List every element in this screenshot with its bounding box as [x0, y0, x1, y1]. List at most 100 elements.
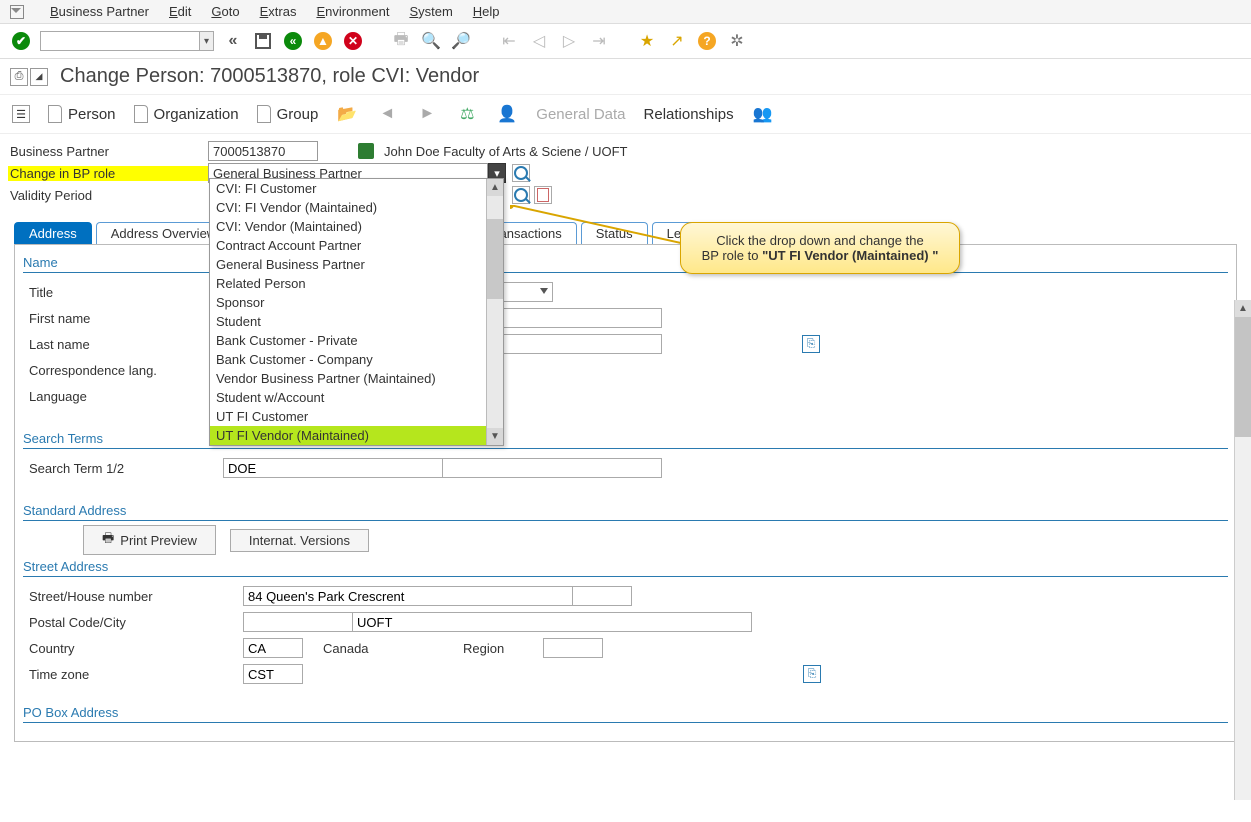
country-name: Canada: [323, 641, 463, 656]
instruction-callout: Click the drop down and change the BP ro…: [680, 222, 960, 274]
menu-indicator-icon: [10, 5, 24, 19]
scroll-up-arrow[interactable]: ▲: [487, 179, 503, 196]
find-next-icon: 🔎: [450, 30, 472, 52]
menu-system[interactable]: System: [409, 4, 452, 19]
person-config-icon[interactable]: 👤: [496, 103, 518, 125]
name-details-icon[interactable]: ⎘: [802, 335, 820, 353]
group-search: Search Terms: [23, 431, 1228, 449]
role-option[interactable]: Vendor Business Partner (Maintained): [210, 369, 503, 388]
action-toolbar: ☰ Person Organization Group 📂 ◄ ► ⚖ 👤 Ge…: [0, 95, 1251, 134]
title-bar: ⎙ ◢ Change Person: 7000513870, role CVI:…: [0, 59, 1251, 95]
generate-shortcut-icon[interactable]: ↗: [666, 30, 688, 52]
last-page-icon: ⇥: [588, 30, 610, 52]
scroll-thumb[interactable]: [487, 219, 503, 299]
scroll-thumb[interactable]: [1235, 317, 1251, 437]
search-help-icon[interactable]: [512, 164, 530, 182]
worklist-icon[interactable]: ☰: [12, 105, 30, 123]
search-term-2-input[interactable]: [442, 458, 662, 478]
menu-help[interactable]: Help: [473, 4, 500, 19]
role-option[interactable]: Sponsor: [210, 293, 503, 312]
role-option[interactable]: UT FI Customer: [210, 407, 503, 426]
role-option[interactable]: Related Person: [210, 274, 503, 293]
bp-label: Business Partner: [8, 144, 208, 159]
create-group[interactable]: Group: [257, 105, 319, 123]
new-session-icon[interactable]: ★: [636, 30, 658, 52]
search-term-1-input[interactable]: [223, 458, 443, 478]
tab-address[interactable]: Address: [14, 222, 92, 244]
region-input[interactable]: [543, 638, 603, 658]
group-pobox: PO Box Address: [23, 705, 1228, 723]
role-option[interactable]: Bank Customer - Company: [210, 350, 503, 369]
open-folder-icon[interactable]: 📂: [336, 103, 358, 125]
address-details-icon[interactable]: ⎘: [803, 665, 821, 683]
role-dropdown-panel: CVI: FI CustomerCVI: FI Vendor (Maintain…: [209, 178, 504, 446]
street-input[interactable]: [243, 586, 573, 606]
create-person[interactable]: Person: [48, 105, 116, 123]
country-label: Country: [23, 641, 243, 656]
scroll-down-arrow[interactable]: ▼: [487, 428, 503, 445]
command-field-wrap: ▾: [40, 31, 214, 51]
tab-strip: AddressAddress OverviewIdentificationCon…: [14, 222, 1251, 244]
role-option[interactable]: CVI: FI Customer: [210, 179, 503, 198]
postal-label: Postal Code/City: [23, 615, 243, 630]
nav-forward-icon: ►: [416, 103, 438, 125]
print-icon: 🖶: [390, 30, 412, 52]
command-field-dropdown[interactable]: ▾: [200, 31, 214, 51]
role-option[interactable]: CVI: FI Vendor (Maintained): [210, 198, 503, 217]
switch-icon[interactable]: ◢: [30, 68, 48, 86]
exit-button[interactable]: ▲: [312, 30, 334, 52]
role-option[interactable]: CVI: Vendor (Maintained): [210, 217, 503, 236]
scroll-up-icon[interactable]: ▲: [1235, 300, 1251, 317]
group-street-address: Street Address: [23, 559, 1228, 577]
cancel-button[interactable]: ✕: [342, 30, 364, 52]
dropdown-scrollbar[interactable]: ▲ ▼: [486, 179, 503, 445]
role-option[interactable]: Bank Customer - Private: [210, 331, 503, 350]
role-option[interactable]: General Business Partner: [210, 255, 503, 274]
bp-number-field[interactable]: 7000513870: [208, 141, 318, 161]
tab-status[interactable]: Status: [581, 222, 648, 244]
validity-search-icon[interactable]: [512, 186, 530, 204]
person-icon: [358, 143, 374, 159]
print-preview-button[interactable]: 🖶 Print Preview: [83, 525, 216, 555]
timezone-input[interactable]: [243, 664, 303, 684]
page-icon: [48, 105, 62, 123]
house-number-input[interactable]: [572, 586, 632, 606]
create-organization[interactable]: Organization: [134, 105, 239, 123]
validity-copy-icon[interactable]: [534, 186, 552, 204]
role-option[interactable]: Student w/Account: [210, 388, 503, 407]
check-icon[interactable]: ⚖: [456, 103, 478, 125]
bp-description: John Doe Faculty of Arts & Sciene / UOFT: [384, 144, 627, 159]
intl-versions-button[interactable]: Internat. Versions: [230, 529, 369, 552]
postal-code-input[interactable]: [243, 612, 353, 632]
firstname-label: First name: [23, 311, 223, 326]
first-page-icon: ⇤: [498, 30, 520, 52]
language-label: Language: [23, 389, 223, 404]
menu-goto[interactable]: Goto: [211, 4, 239, 19]
country-code-input[interactable]: [243, 638, 303, 658]
locate-icon[interactable]: ⎙: [10, 68, 28, 86]
menu-extras[interactable]: Extras: [260, 4, 297, 19]
back-button[interactable]: «: [282, 30, 304, 52]
relationships-tab[interactable]: Relationships: [644, 106, 734, 123]
back-double-icon[interactable]: «: [222, 30, 244, 52]
page-icon: [134, 105, 148, 123]
relationships-icon[interactable]: 👥: [752, 103, 774, 125]
help-icon[interactable]: ?: [696, 30, 718, 52]
title-tool-icons: ⎙ ◢: [10, 68, 48, 86]
save-icon[interactable]: [252, 30, 274, 52]
command-field[interactable]: [40, 31, 200, 51]
menu-business-partner[interactable]: Business Partner: [50, 4, 149, 19]
bp-header-area: Business Partner 7000513870 John Doe Fac…: [0, 134, 1251, 206]
customize-icon[interactable]: ✲: [726, 30, 748, 52]
role-option[interactable]: UT FI Vendor (Maintained): [210, 426, 503, 445]
enter-button[interactable]: ✔: [10, 30, 32, 52]
corr-lang-label: Correspondence lang.: [23, 363, 223, 378]
role-option[interactable]: Contract Account Partner: [210, 236, 503, 255]
general-data-tab[interactable]: General Data: [536, 106, 625, 123]
content-scrollbar[interactable]: ▲: [1234, 300, 1251, 800]
menu-bar: Business Partner Edit Goto Extras Enviro…: [0, 0, 1251, 24]
role-option[interactable]: Student: [210, 312, 503, 331]
city-input[interactable]: [352, 612, 752, 632]
menu-edit[interactable]: Edit: [169, 4, 191, 19]
menu-environment[interactable]: Environment: [316, 4, 389, 19]
